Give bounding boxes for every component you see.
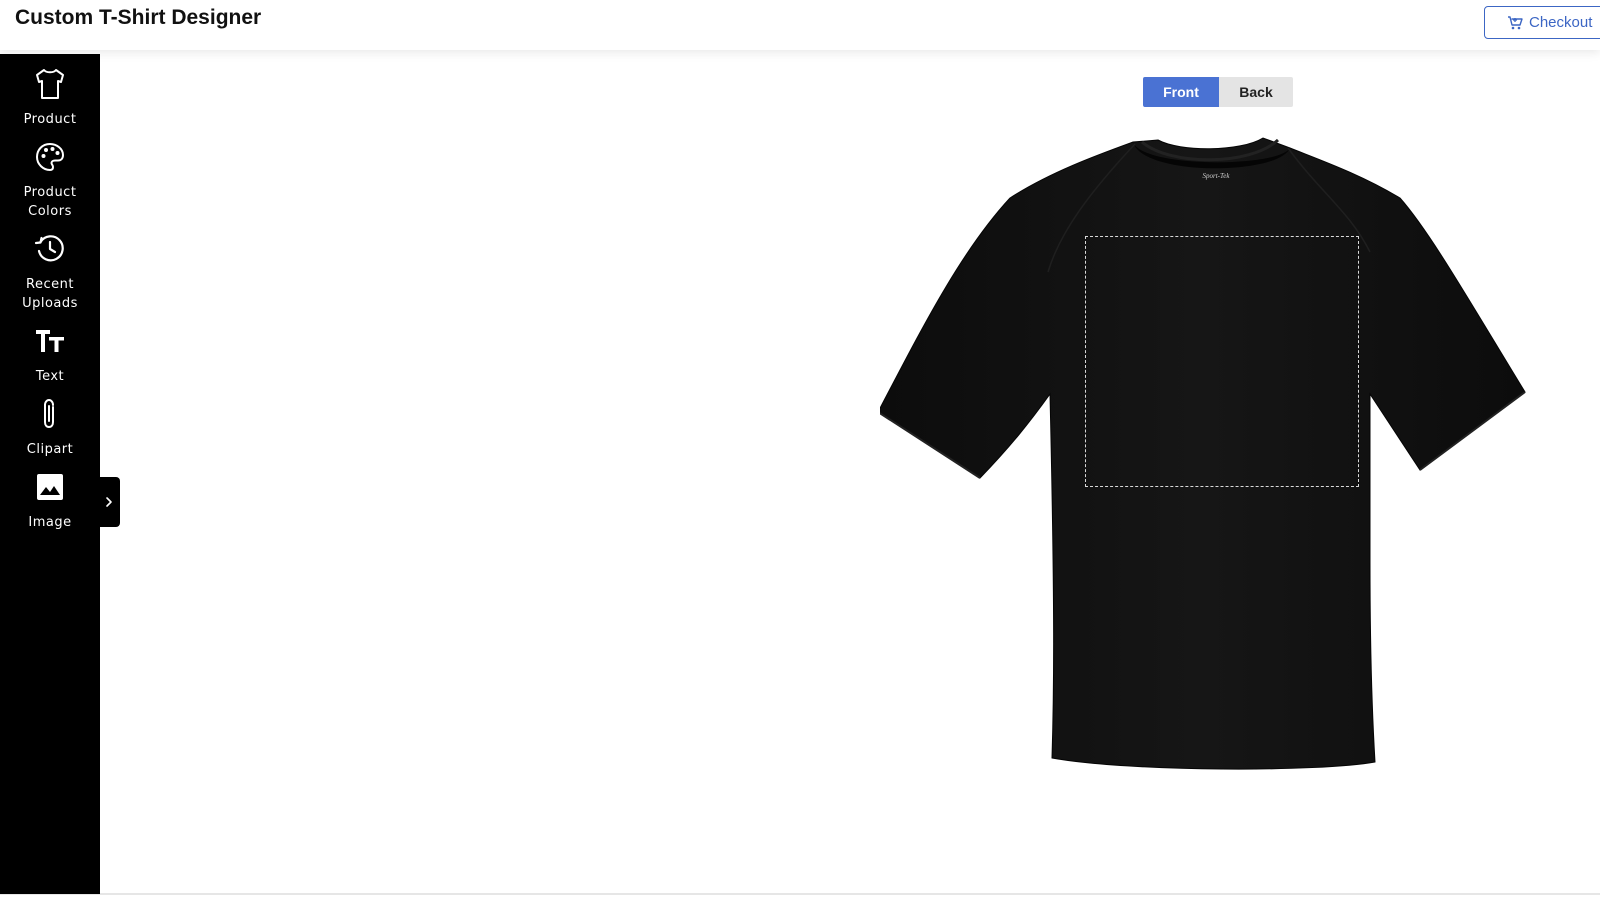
sidebar-item-label: Clipart: [26, 442, 74, 457]
history-icon: [32, 231, 68, 267]
chevron-right-icon: [106, 497, 112, 507]
sidebar-item-product-colors[interactable]: Product Colors: [0, 139, 100, 221]
sidebar-item-clipart[interactable]: Clipart: [0, 396, 100, 459]
sidebar-collapse-toggle[interactable]: [98, 477, 120, 527]
neck-tag: Sport-Tek: [1186, 172, 1246, 186]
text-icon: [32, 323, 68, 359]
sidebar-item-product[interactable]: Product: [0, 66, 100, 129]
sidebar-item-label: Recent Uploads: [22, 277, 78, 311]
sidebar-item-label: Product: [23, 112, 77, 127]
sidebar-item-recent-uploads[interactable]: Recent Uploads: [0, 231, 100, 313]
sidebar-item-image[interactable]: Image: [0, 469, 100, 532]
sidebar-item-label: Product Colors: [23, 185, 77, 219]
view-side-toggle: Front Back: [1143, 77, 1293, 107]
sidebar-item-label: Image: [28, 515, 72, 530]
sidebar-item-text[interactable]: Text: [0, 323, 100, 386]
print-area[interactable]: [1085, 236, 1359, 487]
sidebar-item-label: Text: [35, 369, 65, 384]
footer-divider: [0, 893, 1600, 895]
neck-tag-brand: Sport-Tek: [1202, 172, 1230, 180]
cart-icon: [1508, 15, 1523, 29]
image-icon: [32, 469, 68, 505]
app-title: Custom T-Shirt Designer: [15, 6, 262, 29]
checkout-label: Checkout: [1529, 14, 1593, 31]
tshirt-icon: [32, 66, 68, 102]
back-view-button[interactable]: Back: [1219, 77, 1293, 107]
palette-icon: [32, 139, 68, 175]
front-view-button[interactable]: Front: [1143, 77, 1219, 107]
checkout-button[interactable]: Checkout: [1484, 6, 1600, 39]
paperclip-icon: [32, 396, 68, 432]
tool-sidebar: Product Product Colors Recent Uploads Te…: [0, 54, 100, 894]
app-header: Custom T-Shirt Designer Checkout: [0, 0, 1600, 50]
